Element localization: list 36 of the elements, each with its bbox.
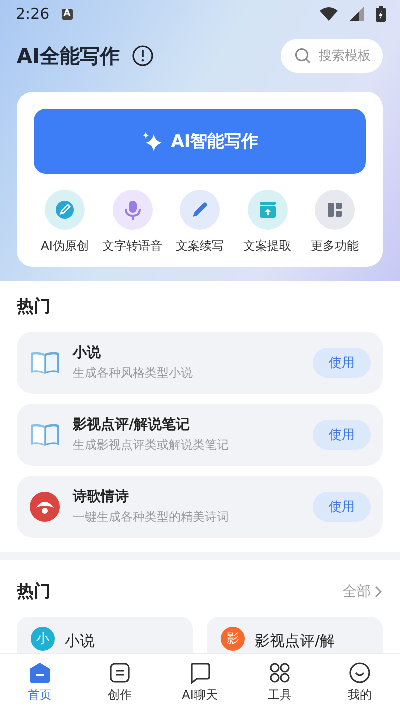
template-title: 影视点评/解说笔记 — [73, 416, 192, 434]
template-description: 生成影视点评类或解说类笔记 — [73, 437, 230, 454]
nav-tab[interactable]: 首页 — [8, 662, 72, 704]
clock: 2:26 — [16, 5, 50, 23]
search-field[interactable]: 搜索模板 — [281, 39, 383, 73]
template-card[interactable]: 影视点评/解说笔记 生成影视点评类或解说类笔记 使用 — [17, 404, 383, 466]
nav-tab[interactable]: AI聊天 — [168, 662, 232, 704]
section-title: 热门 — [17, 296, 52, 318]
tool-button[interactable]: AI伪原创 — [34, 190, 96, 255]
tool-button[interactable]: 文案续写 — [169, 190, 231, 255]
tool-button[interactable]: 更多功能 — [304, 190, 366, 255]
template-title: 影视点评/解 — [255, 632, 336, 651]
battery-icon — [376, 6, 386, 22]
wifi-icon — [320, 7, 338, 21]
notification-badge: A — [62, 8, 73, 20]
nav-tab[interactable]: 工具 — [248, 662, 312, 704]
sparkle-icon — [141, 130, 164, 152]
tool-button[interactable]: 文字转语音 — [102, 190, 164, 255]
signal-icon — [350, 7, 364, 21]
ai-write-button[interactable]: AI智能写作 — [34, 109, 366, 174]
nav-tab[interactable]: 创作 — [88, 662, 152, 704]
template-card[interactable]: 诗歌情诗 一键生成各种类型的精美诗词 使用 — [17, 476, 383, 538]
template-description: 生成各种风格类型小说 — [73, 365, 194, 382]
fan-badge-icon — [29, 491, 61, 523]
template-card[interactable]: 小说 生成各种风格类型小说 使用 — [17, 332, 383, 394]
template-description: 一键生成各种类型的精美诗词 — [73, 509, 230, 526]
nav-tab[interactable]: 我的 — [328, 662, 392, 704]
tool-button[interactable]: 文案提取 — [236, 190, 298, 255]
pencil-circle-icon — [54, 199, 76, 221]
info-icon — [132, 45, 154, 67]
search-icon — [295, 48, 311, 64]
section-title: 热门 — [17, 581, 51, 603]
app-title: AI全能写作 — [17, 42, 120, 70]
template-title: 诗歌情诗 — [73, 488, 130, 506]
template-title: 小说 — [65, 632, 95, 651]
template-title: 小说 — [73, 344, 102, 362]
